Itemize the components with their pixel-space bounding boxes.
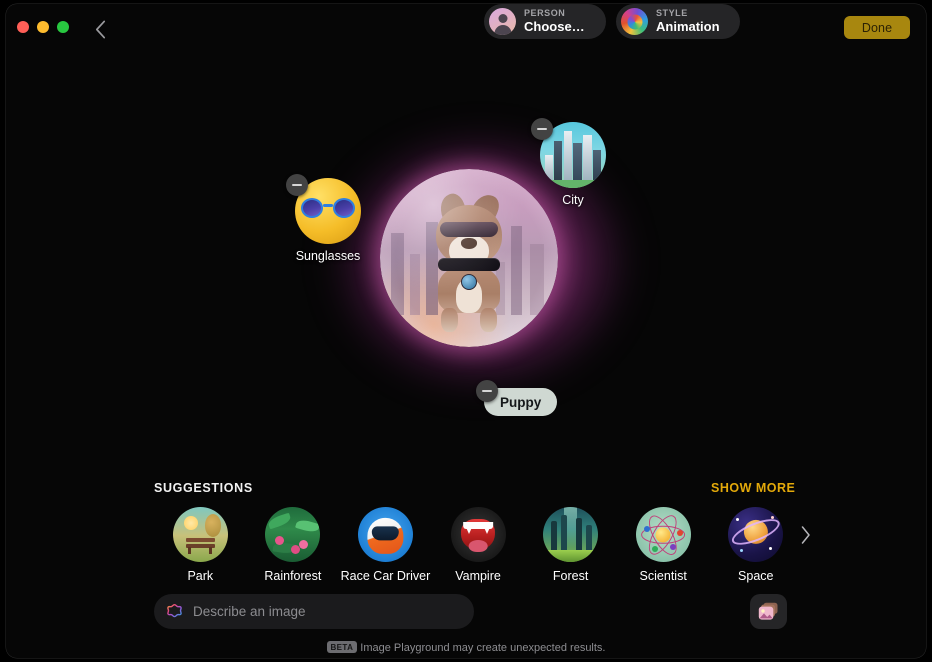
forest-trees-icon — [543, 507, 599, 562]
describe-image-input[interactable]: Describe an image — [154, 594, 474, 629]
concept-label: Sunglasses — [295, 249, 361, 263]
minus-icon — [537, 128, 547, 130]
remove-concept-button[interactable] — [531, 118, 553, 140]
remove-concept-button[interactable] — [286, 174, 308, 196]
back-button[interactable] — [86, 15, 114, 43]
concept-city[interactable]: City — [531, 118, 609, 207]
racing-helmet-icon — [357, 507, 413, 562]
concept-sunglasses[interactable]: Sunglasses — [286, 174, 364, 263]
title-bar: Done — [6, 4, 926, 56]
atom-icon — [635, 507, 691, 562]
apple-intelligence-icon — [167, 603, 182, 618]
zoom-button[interactable] — [57, 21, 69, 33]
color-wheel-icon — [621, 8, 648, 35]
style-caption: STYLE — [656, 8, 688, 19]
suggestion-space[interactable]: Space — [709, 507, 802, 583]
suggestions-row: Park Rainforest Race Car Driver Vampire — [154, 507, 802, 583]
traffic-lights — [17, 21, 69, 33]
suggestion-park[interactable]: Park — [154, 507, 247, 583]
show-more-button[interactable]: SHOW MORE — [711, 481, 795, 495]
suggestions-next-button[interactable] — [796, 520, 816, 550]
suggestion-rainforest[interactable]: Rainforest — [247, 507, 340, 583]
suggestion-label: Rainforest — [264, 569, 322, 583]
done-button[interactable]: Done — [844, 16, 910, 39]
photos-picker-button[interactable] — [750, 594, 787, 629]
person-avatar-icon — [489, 8, 516, 35]
vampire-mouth-icon — [450, 507, 506, 562]
suggestion-label: Forest — [552, 569, 589, 583]
bubble-gloss — [380, 169, 558, 347]
suggestion-label: Scientist — [639, 569, 687, 583]
chevron-right-icon — [801, 526, 810, 544]
minus-icon — [482, 390, 492, 392]
suggestion-label: Space — [738, 569, 774, 583]
suggestions-heading: SUGGESTIONS — [154, 481, 253, 495]
style-value: Animation — [656, 18, 720, 34]
park-bench-icon — [172, 507, 228, 562]
photo-stack-icon — [758, 602, 778, 620]
disclaimer-text: Image Playground may create unexpected r… — [360, 642, 606, 654]
style-selector-button[interactable]: STYLE Animation — [616, 4, 740, 39]
beta-disclaimer: BETA Image Playground may create unexpect… — [6, 641, 926, 654]
image-canvas: Sunglasses City Puppy — [6, 56, 926, 456]
concept-label: City — [562, 193, 584, 207]
suggestion-vampire[interactable]: Vampire — [432, 507, 525, 583]
remove-concept-button[interactable] — [476, 380, 498, 402]
image-playground-window: Done Sunglasses City Puppy SUGGESTIONS S… — [6, 4, 926, 658]
suggestion-race-car-driver[interactable]: Race Car Driver — [339, 507, 432, 583]
minus-icon — [292, 184, 302, 186]
rainforest-foliage-icon — [265, 507, 321, 562]
beta-badge: BETA — [326, 641, 358, 653]
suggestion-scientist[interactable]: Scientist — [617, 507, 710, 583]
suggestion-label: Race Car Driver — [340, 569, 431, 583]
suggestion-label: Vampire — [455, 569, 501, 583]
concept-puppy[interactable]: Puppy — [476, 380, 558, 416]
chevron-left-icon — [95, 20, 105, 38]
suggestion-label: Park — [187, 569, 214, 583]
suggestion-forest[interactable]: Forest — [524, 507, 617, 583]
generated-image-bubble[interactable] — [380, 169, 558, 347]
minimize-button[interactable] — [37, 21, 49, 33]
person-selector-button[interactable]: PERSON Choose… — [484, 4, 606, 39]
close-button[interactable] — [17, 21, 29, 33]
ringed-planet-icon — [728, 507, 784, 562]
person-value: Choose… — [524, 18, 585, 34]
person-caption: PERSON — [524, 8, 566, 19]
describe-image-placeholder: Describe an image — [193, 604, 306, 619]
